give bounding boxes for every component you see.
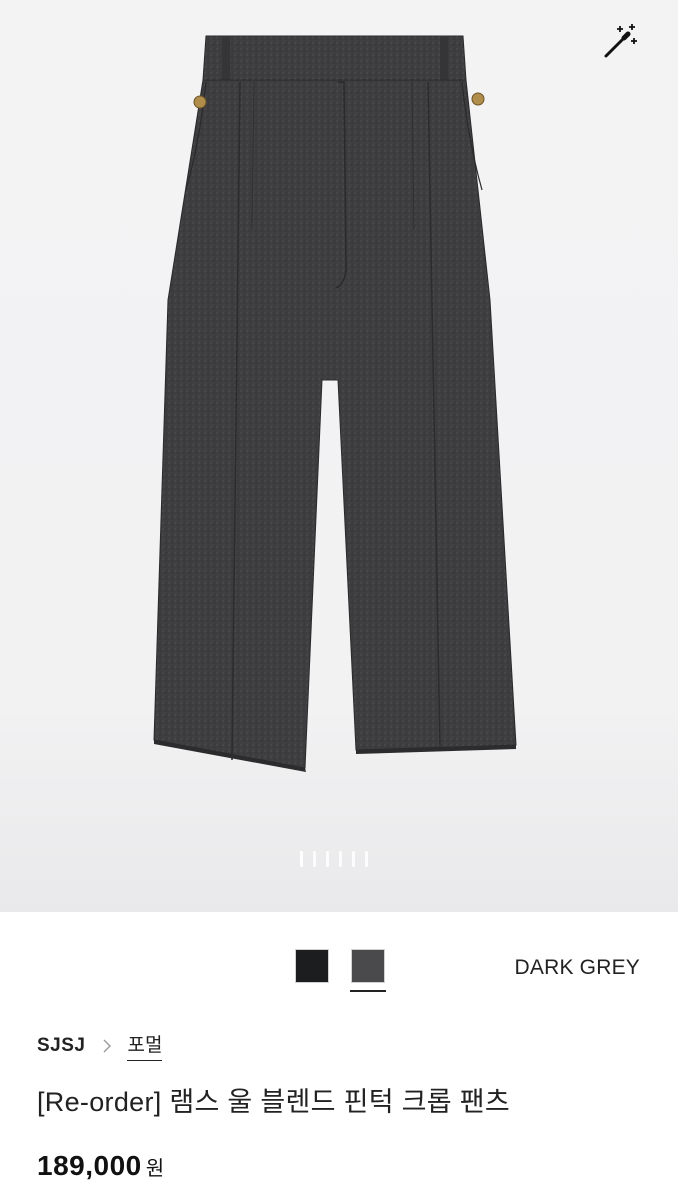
swatch-color [351,949,385,983]
carousel-dot[interactable] [365,851,368,867]
category-link[interactable]: 포멀 [127,1030,163,1061]
product-image-carousel[interactable] [0,0,678,912]
carousel-dot[interactable] [326,851,329,867]
selected-color-label: DARK GREY [514,956,640,979]
brand-link[interactable]: SJSJ [37,1035,85,1057]
chevron-right-icon [103,1039,112,1052]
breadcrumb: SJSJ 포멀 [37,1030,163,1061]
swatch-color [295,949,329,983]
product-detail-page: DARK GREY SJSJ 포멀 [Re-order] 램스 울 블렌드 핀턱… [0,0,678,1200]
carousel-dot[interactable] [352,851,355,867]
product-price: 189,000 [37,1150,142,1181]
carousel-indicator [300,851,368,869]
color-swatch-dark-grey[interactable] [350,948,386,992]
color-swatches [294,948,386,992]
carousel-dot[interactable] [300,851,303,867]
product-title: [Re-order] 램스 울 블렌드 핀턱 크롭 팬츠 [37,1087,511,1117]
carousel-dot[interactable] [313,851,316,867]
price-row: 189,000 원 [37,1150,164,1182]
carousel-dot[interactable] [339,851,342,867]
color-swatch-black[interactable] [294,948,330,984]
selected-swatch-underline [350,990,386,992]
currency-unit: 원 [145,1158,165,1180]
product-image [153,35,517,772]
magic-wand-icon[interactable] [598,20,642,64]
